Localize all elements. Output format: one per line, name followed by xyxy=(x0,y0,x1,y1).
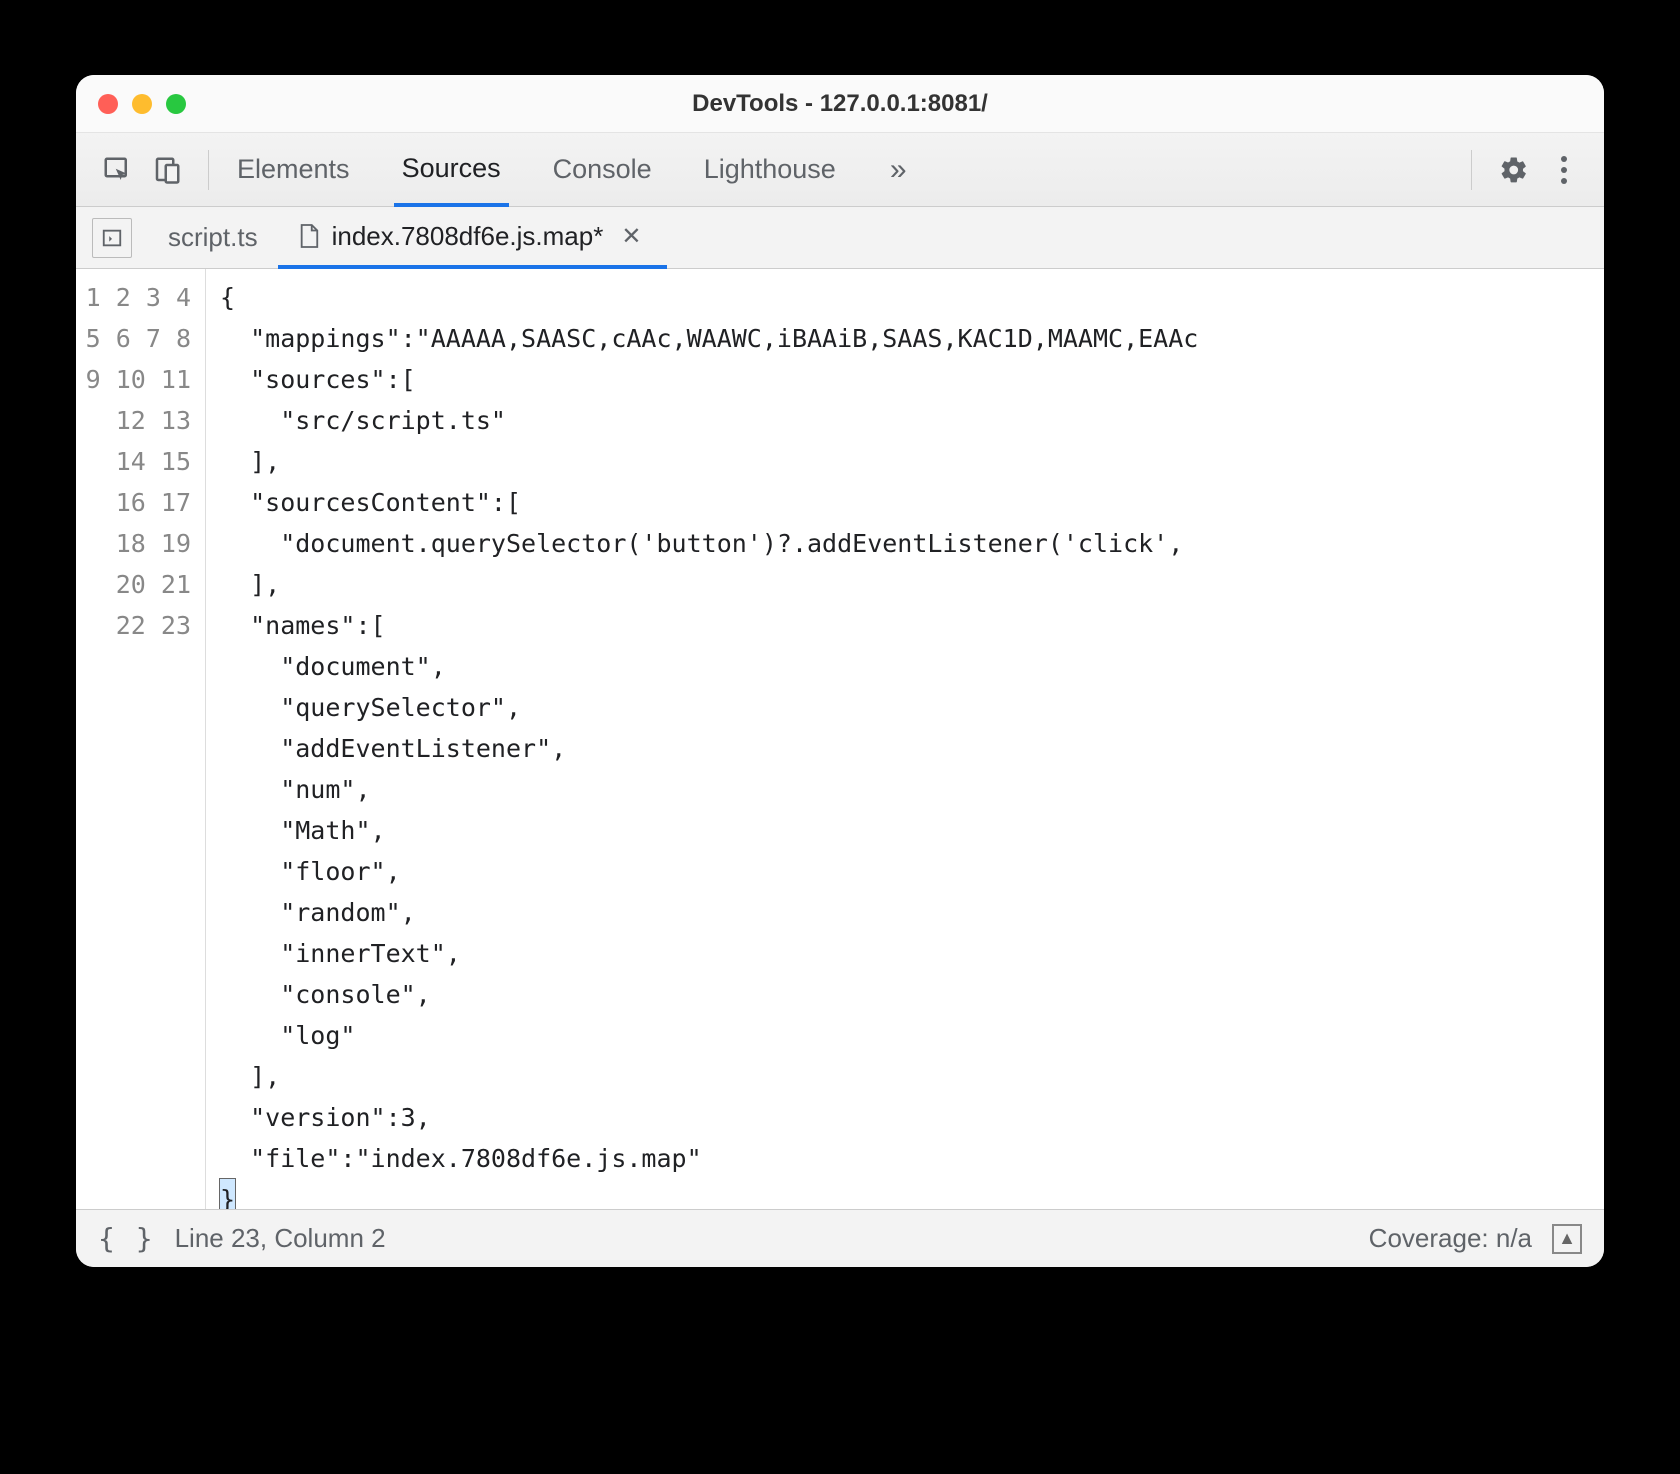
separator xyxy=(208,150,209,190)
window-title: DevTools - 127.0.0.1:8081/ xyxy=(76,90,1604,118)
tab-console[interactable]: Console xyxy=(545,133,660,206)
file-tabs: script.ts index.7808df6e.js.map* ✕ xyxy=(76,207,1604,269)
close-icon[interactable] xyxy=(98,94,118,114)
cursor-position: Line 23, Column 2 xyxy=(175,1223,386,1254)
more-tabs-icon[interactable]: » xyxy=(880,153,917,187)
file-tab-label: index.7808df6e.js.map* xyxy=(332,221,604,252)
drawer-toggle-icon[interactable]: ▲ xyxy=(1552,1224,1582,1254)
traffic-lights xyxy=(76,94,186,114)
navigator-toggle-icon[interactable] xyxy=(92,218,132,258)
settings-icon[interactable] xyxy=(1494,150,1534,190)
tab-sources[interactable]: Sources xyxy=(394,134,509,207)
minimize-icon[interactable] xyxy=(132,94,152,114)
file-tab-script[interactable]: script.ts xyxy=(148,207,278,268)
code-content[interactable]: { "mappings":"AAAAA,SAASC,cAAc,WAAWC,iBA… xyxy=(206,269,1604,1209)
main-toolbar: Elements Sources Console Lighthouse » xyxy=(76,133,1604,207)
panel-tabs: Elements Sources Console Lighthouse » xyxy=(229,133,1451,206)
zoom-icon[interactable] xyxy=(166,94,186,114)
file-icon xyxy=(298,223,320,249)
close-tab-icon[interactable]: ✕ xyxy=(615,220,647,253)
code-editor[interactable]: 1 2 3 4 5 6 7 8 9 10 11 12 13 14 15 16 1… xyxy=(76,269,1604,1209)
device-toggle-icon[interactable] xyxy=(146,149,188,191)
file-tab-label: script.ts xyxy=(168,222,258,253)
tab-lighthouse[interactable]: Lighthouse xyxy=(696,133,844,206)
inspect-element-icon[interactable] xyxy=(96,149,138,191)
devtools-window: DevTools - 127.0.0.1:8081/ Elements Sour… xyxy=(76,75,1604,1267)
pretty-print-icon[interactable]: { } xyxy=(98,1222,155,1255)
kebab-menu-icon[interactable] xyxy=(1544,150,1584,190)
coverage-label: Coverage: n/a xyxy=(1369,1223,1532,1254)
line-gutter: 1 2 3 4 5 6 7 8 9 10 11 12 13 14 15 16 1… xyxy=(76,269,206,1209)
titlebar: DevTools - 127.0.0.1:8081/ xyxy=(76,75,1604,133)
status-bar: { } Line 23, Column 2 Coverage: n/a ▲ xyxy=(76,1209,1604,1267)
separator xyxy=(1471,150,1472,190)
file-tab-sourcemap[interactable]: index.7808df6e.js.map* ✕ xyxy=(278,208,668,269)
tab-elements[interactable]: Elements xyxy=(229,133,358,206)
